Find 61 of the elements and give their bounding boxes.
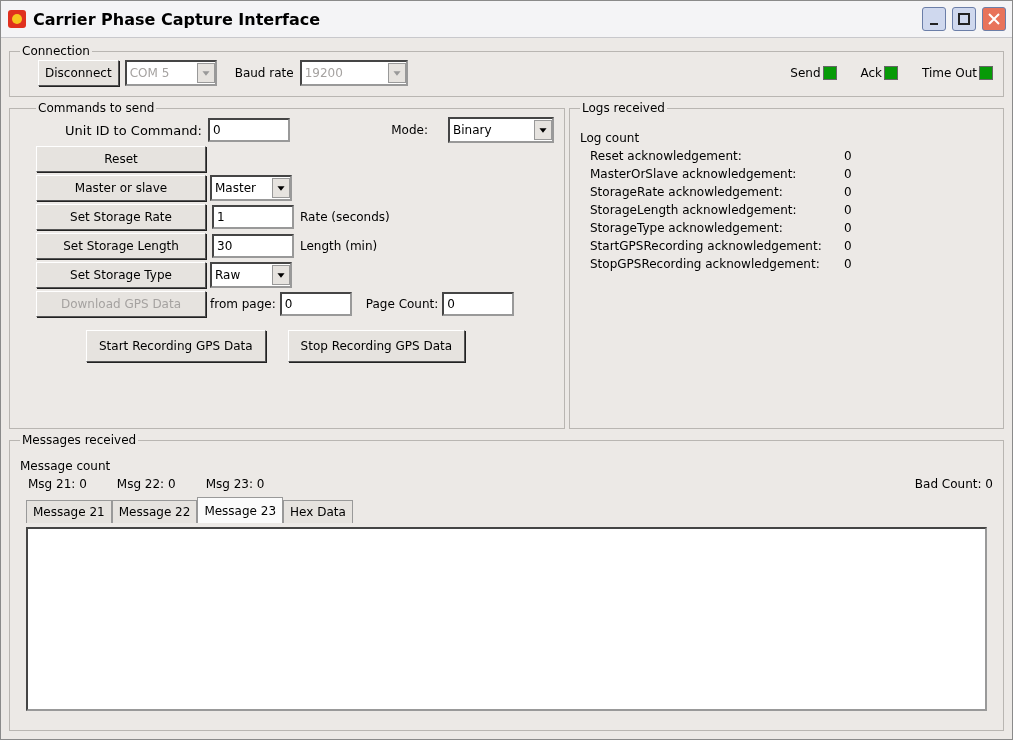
input-field[interactable]: 30 (212, 234, 294, 258)
message-tab[interactable]: Message 23 (197, 497, 284, 523)
close-icon (988, 13, 1000, 25)
mode-dropdown[interactable]: Binary (448, 117, 554, 143)
app-icon (7, 9, 27, 29)
bad-count: Bad Count: 0 (914, 477, 993, 491)
message-count: Msg 21: 0 (28, 477, 87, 491)
log-label: MasterOrSlave acknowledgement: (590, 167, 798, 181)
command-button[interactable]: Master or slave (36, 175, 206, 201)
recording-button[interactable]: Stop Recording GPS Data (287, 330, 466, 362)
panel-legend: Connection (20, 44, 92, 58)
log-count: 0 (844, 149, 852, 163)
indicator-label: Ack (860, 66, 883, 80)
unit-label: Rate (seconds) (300, 210, 390, 224)
minimize-icon (930, 23, 938, 25)
log-count: 0 (844, 239, 852, 253)
message-tab[interactable]: Message 21 (26, 500, 112, 523)
log-label: Reset acknowledgement: (590, 149, 743, 163)
option-dropdown[interactable]: Master (210, 175, 292, 201)
log-count: 0 (844, 257, 852, 271)
log-label: StorageLength acknowledgement: (590, 203, 798, 217)
message-count: Msg 22: 0 (116, 477, 176, 491)
command-button[interactable]: Reset (36, 146, 206, 172)
log-count-heading: Log count (580, 131, 641, 145)
message-count: Msg 23: 0 (205, 477, 265, 491)
maximize-button[interactable] (952, 7, 976, 31)
minimize-button[interactable] (922, 7, 946, 31)
unit-label: Length (min) (300, 239, 378, 253)
message-tab[interactable]: Message 22 (111, 500, 198, 523)
command-button[interactable]: Set Storage Type (36, 262, 206, 288)
indicator-label: Send (790, 66, 821, 80)
from-page-label: from page: (210, 297, 276, 311)
baud-rate-label: Baud rate (234, 66, 294, 80)
panel-legend: Logs received (580, 101, 667, 115)
window-title: Carrier Phase Capture Interface (33, 9, 322, 29)
panel-legend: Commands to send (36, 101, 157, 115)
log-label: StartGPSRecording acknowledgement: (590, 239, 823, 253)
message-count-heading: Message count (20, 459, 112, 473)
command-button[interactable]: Set Storage Rate (36, 204, 206, 230)
log-count: 0 (844, 221, 852, 235)
indicator-label: Time Out (922, 66, 977, 80)
close-button[interactable] (982, 7, 1006, 31)
log-count: 0 (844, 185, 852, 199)
message-tab[interactable]: Hex Data (283, 500, 353, 523)
log-label: StorageType acknowledgement: (590, 221, 784, 235)
panel-legend: Messages received (20, 433, 139, 447)
command-button[interactable]: Set Storage Length (36, 233, 206, 259)
input-field[interactable]: 1 (212, 205, 294, 229)
log-count: 0 (844, 203, 852, 217)
option-dropdown[interactable]: Raw (210, 262, 292, 288)
unit-id-label: Unit ID to Command: (64, 122, 202, 138)
log-label: StopGPSRecording acknowledgement: (590, 257, 821, 271)
maximize-icon (958, 13, 970, 25)
log-count: 0 (844, 167, 852, 181)
mode-label: Mode: (391, 123, 428, 137)
log-label: StorageRate acknowledgement: (590, 185, 784, 199)
recording-button[interactable]: Start Recording GPS Data (86, 330, 266, 362)
unit-id-field[interactable]: 0 (208, 118, 290, 142)
disconnect-button[interactable]: Disconnect (38, 60, 119, 86)
page-count-label: Page Count: (365, 297, 439, 311)
message-text-area[interactable] (26, 527, 987, 711)
